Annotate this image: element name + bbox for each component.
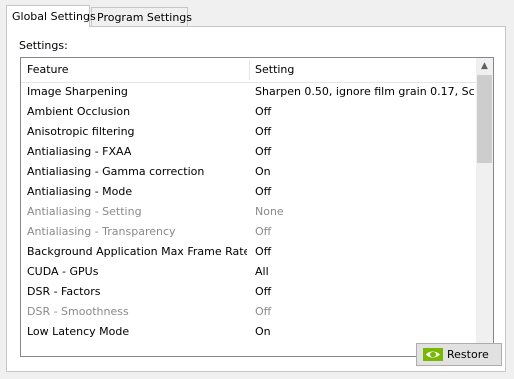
- feature-cell: Antialiasing - Setting: [27, 205, 142, 218]
- settings-panel: Settings: Feature Setting Image Sharpeni…: [6, 26, 506, 372]
- setting-cell: Off: [255, 225, 272, 238]
- column-header-setting[interactable]: Setting: [255, 58, 294, 82]
- setting-cell: Off: [255, 185, 272, 198]
- table-row[interactable]: Antialiasing - FXAA Off: [21, 142, 478, 162]
- setting-cell: On: [255, 325, 271, 338]
- feature-cell: DSR - Factors: [27, 285, 101, 298]
- column-separator[interactable]: [249, 60, 250, 80]
- setting-cell: Sharpen 0.50, ignore film grain 0.17, Sc…: [255, 85, 475, 98]
- vertical-scrollbar[interactable]: ▲ ▼: [476, 58, 493, 356]
- feature-cell: Low Latency Mode: [27, 325, 130, 338]
- table-row[interactable]: Antialiasing - Setting None: [21, 202, 478, 222]
- setting-cell: Off: [255, 105, 272, 118]
- feature-cell: Antialiasing - Gamma correction: [27, 165, 205, 178]
- setting-cell: Off: [255, 245, 272, 258]
- settings-list: Feature Setting Image Sharpening Sharpen …: [20, 57, 494, 357]
- column-header-feature[interactable]: Feature: [27, 58, 69, 82]
- feature-cell: Anisotropic filtering: [27, 125, 135, 138]
- tab-global-settings[interactable]: Global Settings: [6, 5, 96, 27]
- table-row[interactable]: Image Sharpening Sharpen 0.50, ignore fil…: [21, 82, 478, 102]
- feature-cell: Ambient Occlusion: [27, 105, 131, 118]
- table-row[interactable]: Low Latency Mode On: [21, 322, 478, 342]
- setting-cell: Off: [255, 285, 272, 298]
- feature-cell: Antialiasing - Transparency: [27, 225, 176, 238]
- scrollbar-thumb[interactable]: [477, 75, 492, 163]
- table-row[interactable]: CUDA - GPUs All: [21, 262, 478, 282]
- feature-cell: Image Sharpening: [27, 85, 128, 98]
- feature-cell: DSR - Smoothness: [27, 305, 129, 318]
- list-header: Feature Setting: [21, 58, 478, 83]
- tab-program-settings[interactable]: Program Settings: [91, 7, 192, 26]
- setting-cell: On: [255, 165, 271, 178]
- setting-cell: All: [255, 265, 269, 278]
- feature-cell: Background Application Max Frame Rate: [27, 245, 247, 258]
- setting-cell: None: [255, 205, 284, 218]
- nvidia-logo-icon: [423, 348, 443, 361]
- table-row[interactable]: Antialiasing - Transparency Off: [21, 222, 478, 242]
- table-row[interactable]: DSR - Factors Off: [21, 282, 478, 302]
- restore-button[interactable]: Restore: [416, 343, 502, 366]
- feature-cell: CUDA - GPUs: [27, 265, 99, 278]
- table-row[interactable]: Anisotropic filtering Off: [21, 122, 478, 142]
- feature-cell: Antialiasing - Mode: [27, 185, 133, 198]
- setting-cell: Off: [255, 125, 272, 138]
- setting-cell: Off: [255, 145, 272, 158]
- table-row[interactable]: Ambient Occlusion Off: [21, 102, 478, 122]
- setting-cell: Off: [255, 305, 272, 318]
- list-rows: Image Sharpening Sharpen 0.50, ignore fil…: [21, 82, 478, 342]
- restore-label: Restore: [447, 348, 489, 361]
- table-row[interactable]: Background Application Max Frame Rate Off: [21, 242, 478, 262]
- scroll-up-icon[interactable]: ▲: [476, 58, 493, 75]
- table-row[interactable]: Antialiasing - Gamma correction On: [21, 162, 478, 182]
- table-row[interactable]: Antialiasing - Mode Off: [21, 182, 478, 202]
- table-row[interactable]: DSR - Smoothness Off: [21, 302, 478, 322]
- settings-label: Settings:: [19, 39, 68, 52]
- feature-cell: Antialiasing - FXAA: [27, 145, 132, 158]
